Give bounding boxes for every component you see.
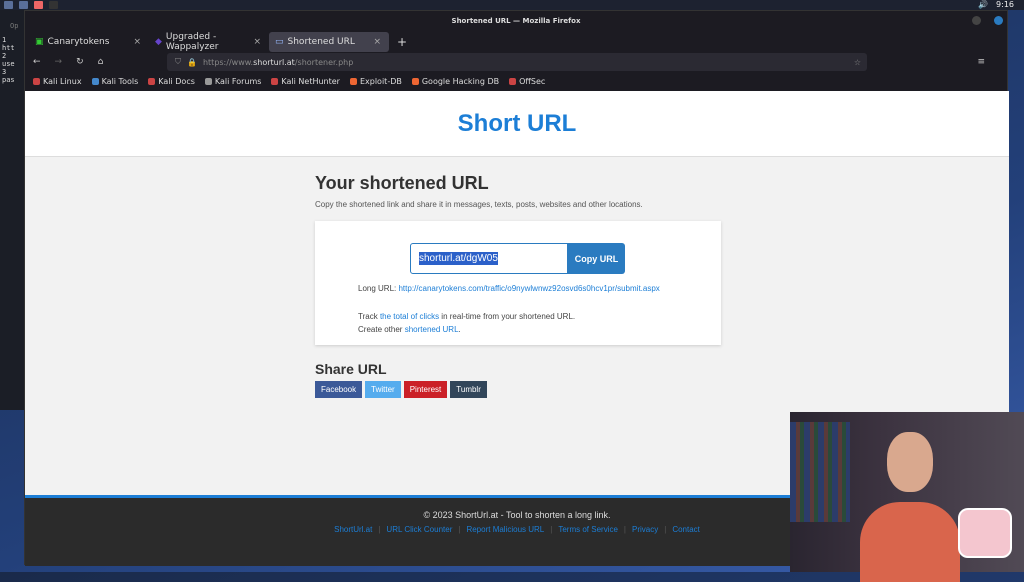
home-icon[interactable]: ⌂ [98, 57, 104, 67]
long-url-label: Long URL: [358, 284, 397, 293]
tumblr-share-button[interactable]: Tumblr [450, 381, 487, 398]
short-url-input[interactable]: shorturl.at/dgW05 [410, 243, 568, 274]
footer-link[interactable]: Terms of Service [558, 525, 618, 534]
long-url-link[interactable]: http://canarytokens.com/traffic/o9nywlwn… [398, 284, 659, 293]
volume-icon[interactable]: 🔊 [978, 0, 988, 9]
tab-label: Upgraded - Wappalyzer [165, 31, 219, 52]
kali-menu-icon[interactable] [4, 1, 13, 9]
title-bar: Shortened URL — Mozilla Firefox [25, 11, 1007, 31]
page-subtitle: Copy the shortened link and share it in … [315, 200, 643, 209]
result-card: shorturl.at/dgW05 Copy URL Long URL: htt… [315, 221, 721, 345]
taskbar: 🔊 9:16 [0, 0, 1024, 10]
tab-wappalyzer[interactable]: ◆ Upgraded - Wappalyzer × [149, 32, 269, 52]
copy-url-button[interactable]: Copy URL [568, 243, 625, 274]
page-icon: ▭ [275, 36, 284, 47]
url-domain: shorturl.at [253, 57, 295, 67]
footer-link[interactable]: ShortUrl.at [334, 525, 372, 534]
url-prefix: https://www. [202, 57, 254, 67]
url-path: /shortener.php [294, 57, 354, 67]
page-title: Your shortened URL [315, 173, 489, 193]
tab-label: Shortened URL [287, 36, 355, 47]
close-tab-icon[interactable]: × [373, 37, 381, 47]
track-text: Track [358, 312, 380, 321]
terminal-line: 3 pas [2, 68, 15, 84]
terminal-icon[interactable] [49, 1, 58, 9]
short-url-value: shorturl.at/dgW05 [419, 252, 498, 265]
bookmark[interactable]: OffSec [509, 77, 545, 86]
bookmark[interactable]: Kali Docs [148, 77, 195, 86]
footer-link[interactable]: Privacy [632, 525, 658, 534]
pig-logo-icon [958, 508, 1012, 558]
terminal-line: 1 htt [2, 36, 15, 52]
bookmarks-bar: Kali Linux Kali Tools Kali Docs Kali For… [25, 72, 1007, 90]
click-counter-link[interactable]: the total of clicks [380, 312, 439, 321]
webcam-overlay [790, 412, 1024, 582]
back-icon[interactable]: ← [33, 57, 41, 67]
bookmark-star-icon[interactable]: ☆ [854, 58, 861, 67]
terminal-line: 2 use [2, 52, 15, 68]
create-text: Create other [358, 325, 405, 334]
footer-link[interactable]: URL Click Counter [386, 525, 452, 534]
terminal-window: Op 1 htt 2 use 3 pas [0, 10, 24, 410]
bookmark[interactable]: Exploit-DB [349, 77, 402, 86]
browser-icon[interactable] [34, 1, 43, 9]
site-logo[interactable]: Short URL [25, 91, 1009, 157]
bookmark[interactable]: Google Hacking DB [411, 77, 499, 86]
shield-icon: ⛉ [175, 57, 181, 66]
footer-link[interactable]: Contact [672, 525, 700, 534]
clock: 9:16 [996, 0, 1014, 9]
close-button[interactable] [994, 16, 1003, 25]
tab-label: Canarytokens [47, 36, 110, 47]
shorten-url-link[interactable]: shortened URL [405, 325, 459, 334]
tab-strip: ▣ Canarytokens × ◆ Upgraded - Wappalyzer × ▭… [25, 31, 1007, 52]
nav-bar: ← → ↻ ⌂ ⛉ 🔒 https://www.shorturl.at/shortener… [25, 52, 1007, 72]
terminal-tab: Op [10, 22, 19, 30]
lock-icon: 🔒 [187, 57, 197, 67]
share-title: Share URL [315, 361, 387, 377]
share-buttons: Facebook Twitter Pinterest Tumblr [315, 381, 721, 398]
presenter [860, 432, 960, 582]
canary-icon: ▣ [35, 36, 44, 47]
address-bar[interactable]: ⛉ 🔒 https://www.shorturl.at/shortener.php ☆ [167, 53, 867, 71]
tab-shortened-url[interactable]: ▭ Shortened URL × [269, 31, 389, 52]
files-icon[interactable] [19, 1, 28, 9]
tab-canarytokens[interactable]: ▣ Canarytokens × [29, 32, 149, 52]
window-title: Shortened URL — Mozilla Firefox [451, 17, 581, 25]
bookmark[interactable]: Kali Tools [91, 77, 138, 86]
bookmark[interactable]: Kali Linux [33, 77, 82, 86]
pinterest-share-button[interactable]: Pinterest [403, 381, 448, 398]
close-tab-icon[interactable]: × [133, 37, 141, 47]
new-tab-icon[interactable]: + [397, 35, 407, 49]
twitter-share-button[interactable]: Twitter [365, 381, 401, 398]
bookshelf [790, 422, 850, 522]
forward-icon[interactable]: → [55, 57, 63, 67]
bookmark[interactable]: Kali Forums [204, 77, 261, 86]
minimize-button[interactable] [972, 16, 981, 25]
close-tab-icon[interactable]: × [253, 37, 261, 47]
menu-icon[interactable]: ≡ [977, 57, 995, 67]
bookmark[interactable]: Kali NetHunter [271, 77, 340, 86]
facebook-share-button[interactable]: Facebook [315, 381, 363, 398]
reload-icon[interactable]: ↻ [76, 57, 84, 67]
footer-link[interactable]: Report Malicious URL [466, 525, 544, 534]
track-text: in real-time from your shortened URL. [439, 312, 576, 321]
wappalyzer-icon: ◆ [155, 36, 162, 47]
